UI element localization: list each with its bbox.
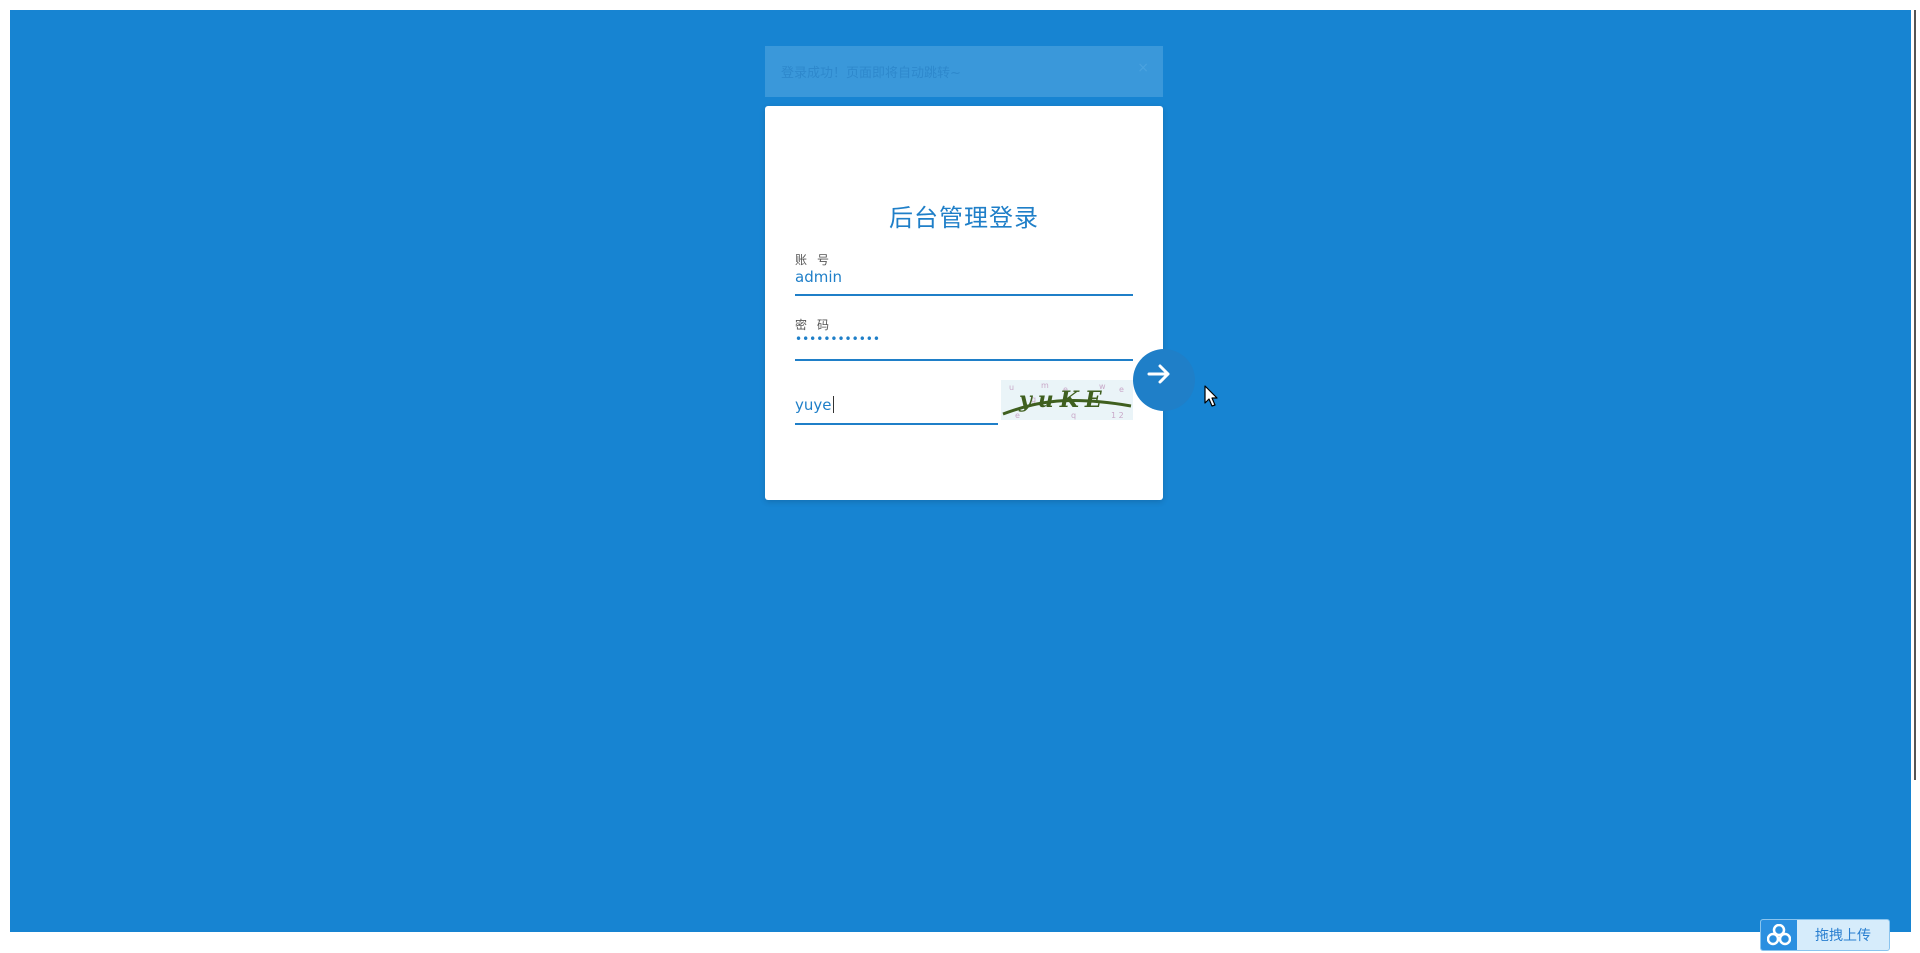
login-success-toast: 登录成功！页面即将自动跳转~ × — [765, 46, 1163, 97]
password-label: 密码 — [795, 318, 840, 332]
captcha-input-text: yuye — [795, 396, 832, 414]
login-card: 后台管理登录 账号 admin 密码 •••••••••••• yuye ume… — [765, 106, 1163, 500]
toast-message: 登录成功！页面即将自动跳转~ — [781, 66, 961, 81]
toast-close-icon[interactable]: × — [1137, 60, 1149, 76]
captcha-graphic: ume w ee q1 2g yuKE — [1002, 381, 1132, 420]
captcha-underline — [795, 423, 998, 425]
svg-text:e: e — [1119, 385, 1124, 394]
captcha-text: yuKE — [1018, 387, 1108, 413]
cloud-icon — [1761, 920, 1797, 950]
drag-upload-button[interactable]: 拖拽上传 — [1760, 919, 1890, 951]
text-caret — [832, 396, 834, 413]
account-input[interactable]: admin — [795, 268, 842, 286]
svg-text:u: u — [1009, 383, 1014, 392]
login-submit-button[interactable] — [1133, 349, 1195, 411]
password-input[interactable]: •••••••••••• — [795, 332, 880, 346]
arrow-right-icon — [1147, 364, 1170, 384]
password-underline — [795, 359, 1133, 361]
upload-label: 拖拽上传 — [1815, 928, 1871, 944]
login-title: 后台管理登录 — [889, 204, 1039, 232]
window-edge — [1914, 10, 1916, 780]
account-label: 账号 — [795, 253, 840, 267]
account-underline — [795, 294, 1133, 296]
svg-text:1 2: 1 2 — [1111, 411, 1124, 420]
captcha-image[interactable]: ume wee q1 2g yuKE — [1001, 380, 1133, 420]
captcha-input[interactable]: yuye — [795, 396, 834, 414]
mouse-cursor-icon — [1204, 385, 1218, 407]
